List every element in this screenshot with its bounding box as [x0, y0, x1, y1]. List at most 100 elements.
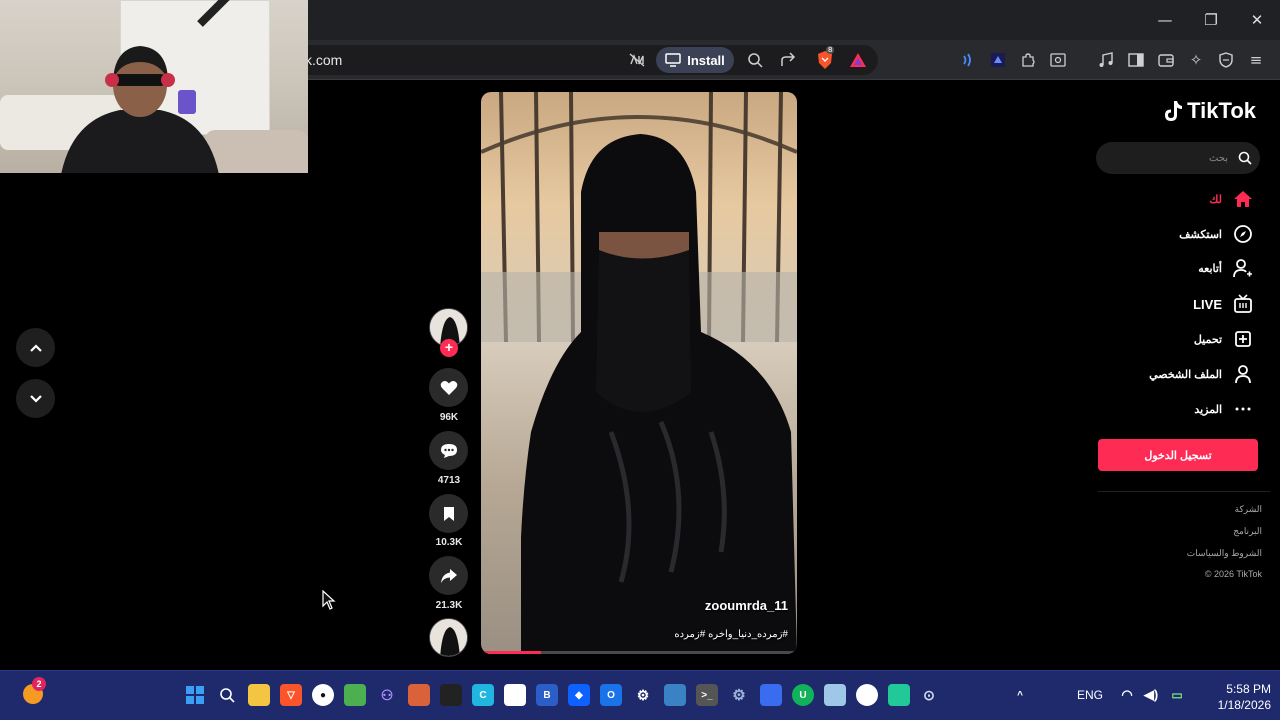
bookmark-icon: [443, 506, 454, 521]
share-icon[interactable]: [778, 49, 800, 71]
spreadsheet-app-icon[interactable]: [344, 684, 366, 706]
search-field[interactable]: بحث: [1096, 142, 1260, 174]
extensions-puzzle-icon[interactable]: [1017, 49, 1039, 71]
url-text[interactable]: k.com: [305, 52, 342, 68]
nav-live-label: LIVE: [1193, 296, 1222, 312]
game-controller-icon[interactable]: ⚇: [376, 684, 398, 706]
webcam-overlay: [0, 0, 308, 173]
tiktok-app-icon[interactable]: [856, 684, 878, 706]
show-hidden-icons-chevron-icon[interactable]: ^: [1009, 684, 1031, 706]
sound-avatar[interactable]: [429, 618, 468, 657]
webcam-couch: [205, 130, 308, 173]
cmd-icon[interactable]: >_: [696, 684, 718, 706]
battery-icon[interactable]: ▭: [1166, 684, 1188, 706]
save-button[interactable]: [429, 494, 468, 533]
b-app-icon[interactable]: B: [536, 684, 558, 706]
clock-date: 1/18/2026: [1217, 698, 1271, 712]
weather-widget-icon[interactable]: 2: [20, 677, 46, 707]
sidebar-toggle-icon[interactable]: [1125, 49, 1147, 71]
calendar-app-icon[interactable]: [504, 684, 526, 706]
restore-button[interactable]: ❐: [1188, 0, 1234, 40]
upwork-icon[interactable]: U: [792, 684, 814, 706]
more-icon: [1232, 398, 1254, 420]
terminal-app-icon[interactable]: [440, 684, 462, 706]
comments-count: 4713: [437, 475, 461, 486]
green-app-icon[interactable]: [888, 684, 910, 706]
leo-ai-icon[interactable]: ✧: [1185, 49, 1207, 71]
photos-app-icon[interactable]: [664, 684, 686, 706]
nav-following-label: أتابعه: [1198, 262, 1222, 275]
install-icon: [665, 53, 681, 67]
start-icon[interactable]: [184, 684, 206, 706]
file-explorer-icon[interactable]: [248, 684, 270, 706]
previous-video-button[interactable]: [16, 328, 55, 367]
no-ads-icon[interactable]: [626, 49, 648, 71]
chevron-down-icon: [29, 394, 42, 403]
video-caption[interactable]: #زمرده_دنيا_واخره #زمرده: [674, 629, 788, 640]
comment-button[interactable]: [429, 431, 468, 470]
shares-count: 21.3K: [435, 600, 463, 611]
outlook-icon[interactable]: O: [600, 684, 622, 706]
follow-button[interactable]: +: [440, 339, 458, 357]
install-label: Install: [687, 52, 725, 68]
notification-badge: 2: [32, 677, 46, 691]
dropbox-icon[interactable]: ◆: [568, 684, 590, 706]
close-button[interactable]: ✕: [1234, 0, 1280, 40]
control-panel-icon[interactable]: ⚙: [728, 684, 750, 706]
snipping-tool-icon[interactable]: [824, 684, 846, 706]
nav-for-you[interactable]: لك: [1209, 187, 1254, 211]
brave-browser-icon[interactable]: ▽: [280, 684, 302, 706]
brave-shields-icon[interactable]: 8: [814, 46, 836, 71]
likes-count: 96K: [439, 412, 459, 423]
install-button[interactable]: Install: [656, 47, 734, 73]
extension-square-icon[interactable]: [987, 49, 1009, 71]
video-progress-bar[interactable]: [481, 651, 797, 654]
nav-explore[interactable]: استكشف: [1179, 222, 1254, 246]
audio-wave-icon[interactable]: [957, 49, 979, 71]
taskbar-clock[interactable]: 5:58 PM 1/18/2026: [1218, 681, 1271, 713]
wifi-icon[interactable]: ◠: [1116, 684, 1138, 706]
wallet-icon[interactable]: [1155, 49, 1177, 71]
obs-icon[interactable]: ●: [312, 684, 334, 706]
share-button[interactable]: [429, 556, 468, 595]
tiktok-logo[interactable]: TikTok: [1163, 98, 1256, 124]
next-video-button[interactable]: [16, 379, 55, 418]
search-icon[interactable]: [1238, 151, 1252, 165]
canva-icon[interactable]: C: [472, 684, 494, 706]
share-arrow-icon: [440, 568, 457, 583]
login-button[interactable]: تسجيل الدخول: [1098, 439, 1258, 471]
language-indicator[interactable]: ENG: [1077, 688, 1103, 702]
brave-rewards-icon[interactable]: [847, 49, 869, 71]
tiktok-logo-text: TikTok: [1187, 98, 1256, 123]
nav-following[interactable]: أتابعه: [1198, 256, 1254, 280]
cloud-app-icon[interactable]: [760, 684, 782, 706]
zoom-icon[interactable]: [744, 49, 766, 71]
sidebar-divider: [1098, 491, 1270, 492]
tiktok-note-icon: [1165, 101, 1183, 121]
nav-live[interactable]: LIVE: [1193, 292, 1254, 316]
nav-upload[interactable]: تحميل: [1194, 327, 1254, 351]
find-in-page-icon[interactable]: [1047, 49, 1069, 71]
nav-profile[interactable]: الملف الشخصي: [1149, 362, 1254, 386]
heart-icon: [440, 380, 457, 395]
music-icon[interactable]: [1095, 49, 1117, 71]
like-button[interactable]: [429, 368, 468, 407]
search-placeholder: بحث: [1208, 152, 1228, 164]
nav-upload-label: تحميل: [1193, 333, 1222, 346]
steam-icon[interactable]: ⊙: [918, 684, 940, 706]
vpn-shield-icon[interactable]: [1215, 49, 1237, 71]
video-player[interactable]: zooumrda_11 #زمرده_دنيا_واخره #زمرده: [481, 92, 797, 654]
minimize-button[interactable]: —: [1142, 0, 1188, 40]
footer-company-link[interactable]: الشركة: [1235, 504, 1262, 515]
settings-gear-icon[interactable]: ⚙: [632, 684, 654, 706]
footer-program-link[interactable]: البرنامج: [1233, 526, 1262, 537]
nav-more[interactable]: المزيد: [1194, 397, 1254, 421]
footer-copyright: © 2026 TikTok: [1204, 569, 1262, 579]
media-app-icon[interactable]: [408, 684, 430, 706]
volume-icon[interactable]: ◀): [1140, 684, 1162, 706]
taskbar-search-icon[interactable]: [216, 684, 238, 706]
footer-terms-link[interactable]: الشروط والسياسات: [1187, 548, 1262, 559]
menu-icon[interactable]: ≡: [1245, 49, 1267, 71]
video-username[interactable]: zooumrda_11: [705, 598, 788, 613]
video-subject: [521, 134, 797, 654]
